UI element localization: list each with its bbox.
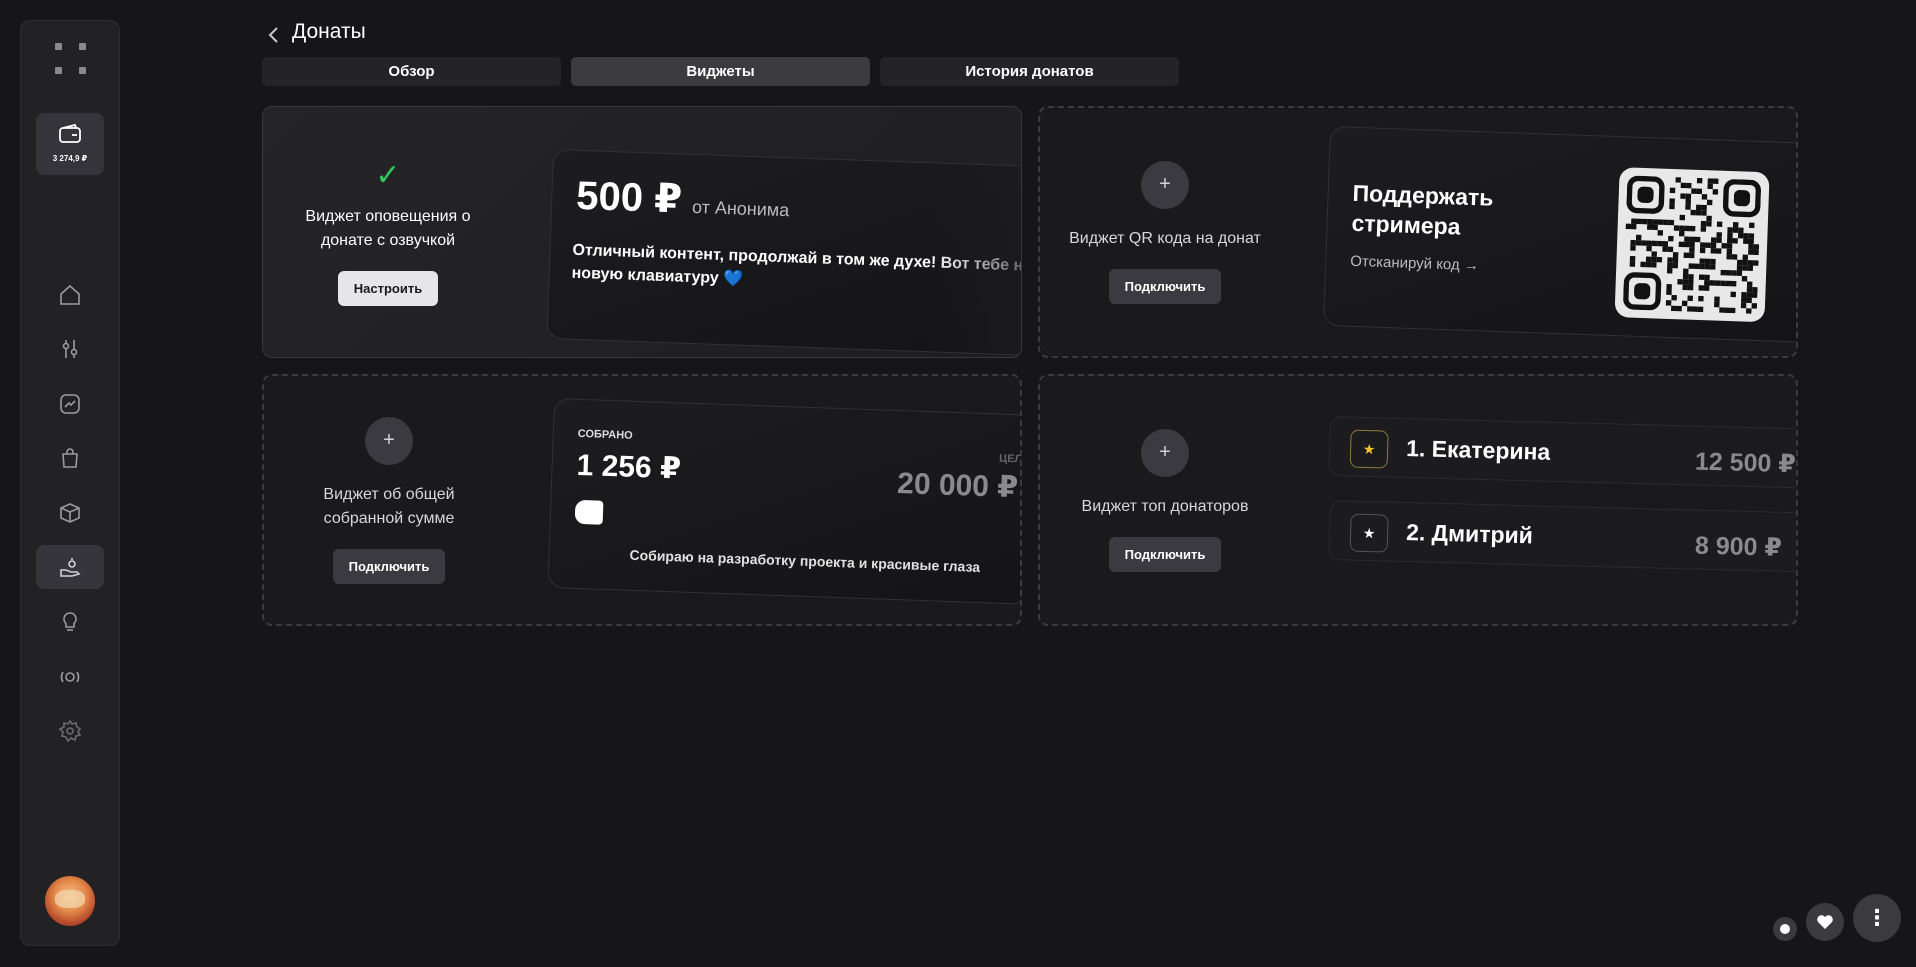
configure-button[interactable]: Настроить — [337, 271, 439, 306]
qr-preview: Поддержать стримера Отсканируй код → — [1323, 126, 1796, 344]
heart-icon — [1817, 915, 1833, 929]
connect-qr-button[interactable]: Подключить — [1108, 268, 1222, 304]
sum-widget-card: + Виджет об общей собранной сумме Подклю… — [262, 374, 1022, 626]
nav-settings[interactable] — [36, 709, 104, 753]
preview-amount: 500 ₽ — [575, 173, 683, 222]
logo-icon[interactable] — [51, 39, 91, 79]
page-title: Донаты — [292, 20, 366, 43]
wallet-icon — [59, 123, 81, 143]
donator-name: 1. Екатерина — [1405, 435, 1551, 465]
tab-widgets[interactable]: Виджеты — [571, 57, 870, 86]
top-widget-info: + Виджет топ донаторов Подключить — [1040, 376, 1290, 624]
sum-widget-label: Виджет об общей собранной сумме — [323, 485, 455, 527]
nav-products[interactable] — [36, 491, 104, 535]
qr-preview-title: Поддержать стримера — [1351, 179, 1494, 240]
lightbulb-icon — [63, 612, 77, 631]
check-icon: ✓ — [375, 159, 401, 192]
plus-icon[interactable]: + — [1141, 160, 1189, 209]
nav-stats[interactable] — [36, 382, 104, 426]
alert-preview: 500 ₽ от Анонима Отличный контент, продо… — [546, 149, 1022, 357]
chat-button[interactable] — [1773, 917, 1797, 941]
collected-amount: 1 256 ₽ — [576, 448, 682, 486]
nav-broadcast[interactable] — [36, 655, 104, 699]
nav-sliders[interactable] — [36, 327, 104, 371]
nav-shop[interactable] — [36, 436, 104, 480]
tabs: Обзор Виджеты История донатов — [262, 57, 1179, 86]
box-icon — [60, 503, 80, 523]
donator-value: 12 500 ₽ — [1694, 447, 1797, 479]
wallet-balance: 3 274,9 ₽ — [52, 154, 88, 163]
donator-value: 8 900 ₽ — [1694, 531, 1783, 562]
progress-bar — [574, 499, 604, 525]
goal-amount: 20 000 ₽ — [896, 467, 1019, 505]
qr-code-image — [1614, 167, 1770, 323]
nav-ideas[interactable] — [36, 600, 104, 644]
alert-widget-label: Виджет оповещения о донате с озвучкой — [305, 208, 471, 249]
star-icon: ★ — [1349, 429, 1389, 469]
more-vertical-icon: ⋮ — [1866, 905, 1888, 930]
qr-widget-info: + Виджет QR кода на донат Подключить — [1040, 108, 1290, 356]
broadcast-icon — [60, 671, 80, 683]
donator-name: 2. Дмитрий — [1405, 519, 1534, 549]
goal-label: ЦЕЛЬ — [998, 452, 1022, 466]
donate-hand-icon — [60, 558, 81, 577]
connect-top-button[interactable]: Подключить — [1108, 536, 1222, 572]
heart-button[interactable] — [1806, 903, 1844, 941]
sum-preview: СОБРАНО 1 256 ₽ ЦЕЛЬ 20 000 ₽ Собираю на… — [547, 398, 1022, 605]
tab-overview[interactable]: Обзор — [262, 57, 561, 86]
back-icon[interactable] — [266, 24, 282, 46]
qr-widget-label: Виджет QR кода на донат — [1069, 229, 1261, 247]
sum-widget-info: + Виджет об общей собранной сумме Подклю… — [264, 376, 514, 624]
nav-donations[interactable] — [36, 545, 104, 589]
sidebar: 3 274,9 ₽ — [20, 20, 120, 946]
tab-history[interactable]: История донатов — [880, 57, 1179, 86]
sum-description: Собираю на разработку проекта и красивые… — [629, 546, 981, 575]
preview-message: Отличный контент, продолжай в том же дух… — [571, 241, 1022, 288]
wallet-button[interactable]: 3 274,9 ₽ — [36, 113, 104, 175]
donator-row: ★ 2. Дмитрий 8 900 ₽ — [1328, 500, 1796, 574]
qr-widget-card: + Виджет QR кода на донат Подключить Под… — [1038, 106, 1798, 358]
qr-code-icon — [1623, 175, 1762, 314]
home-icon — [60, 284, 80, 305]
alert-widget-card: ✓ Виджет оповещения о донате с озвучкой … — [262, 106, 1022, 358]
qr-preview-scan: Отсканируй код → — [1349, 252, 1480, 275]
more-button[interactable]: ⋮ — [1853, 894, 1901, 942]
collected-label: СОБРАНО — [577, 427, 633, 442]
preview-from: от Анонима — [691, 196, 790, 221]
chart-icon — [60, 394, 80, 414]
top-widget-card: + Виджет топ донаторов Подключить ★ 1. Е… — [1038, 374, 1798, 626]
plus-icon[interactable]: + — [365, 416, 413, 465]
arrow-right-icon: → — [1463, 256, 1480, 275]
sliders-icon — [62, 340, 78, 358]
alert-widget-info: ✓ Виджет оповещения о донате с озвучкой … — [263, 107, 513, 357]
nav-home[interactable] — [36, 273, 104, 317]
donator-row: ★ 1. Екатерина 12 500 ₽ — [1328, 416, 1797, 490]
plus-icon[interactable]: + — [1141, 428, 1189, 477]
gear-icon — [58, 719, 82, 743]
top-widget-label: Виджет топ донаторов — [1081, 497, 1249, 515]
avatar[interactable] — [45, 876, 95, 926]
chat-icon — [1780, 924, 1790, 934]
star-icon: ★ — [1349, 513, 1389, 553]
connect-sum-button[interactable]: Подключить — [332, 548, 446, 584]
bag-icon — [62, 448, 78, 468]
